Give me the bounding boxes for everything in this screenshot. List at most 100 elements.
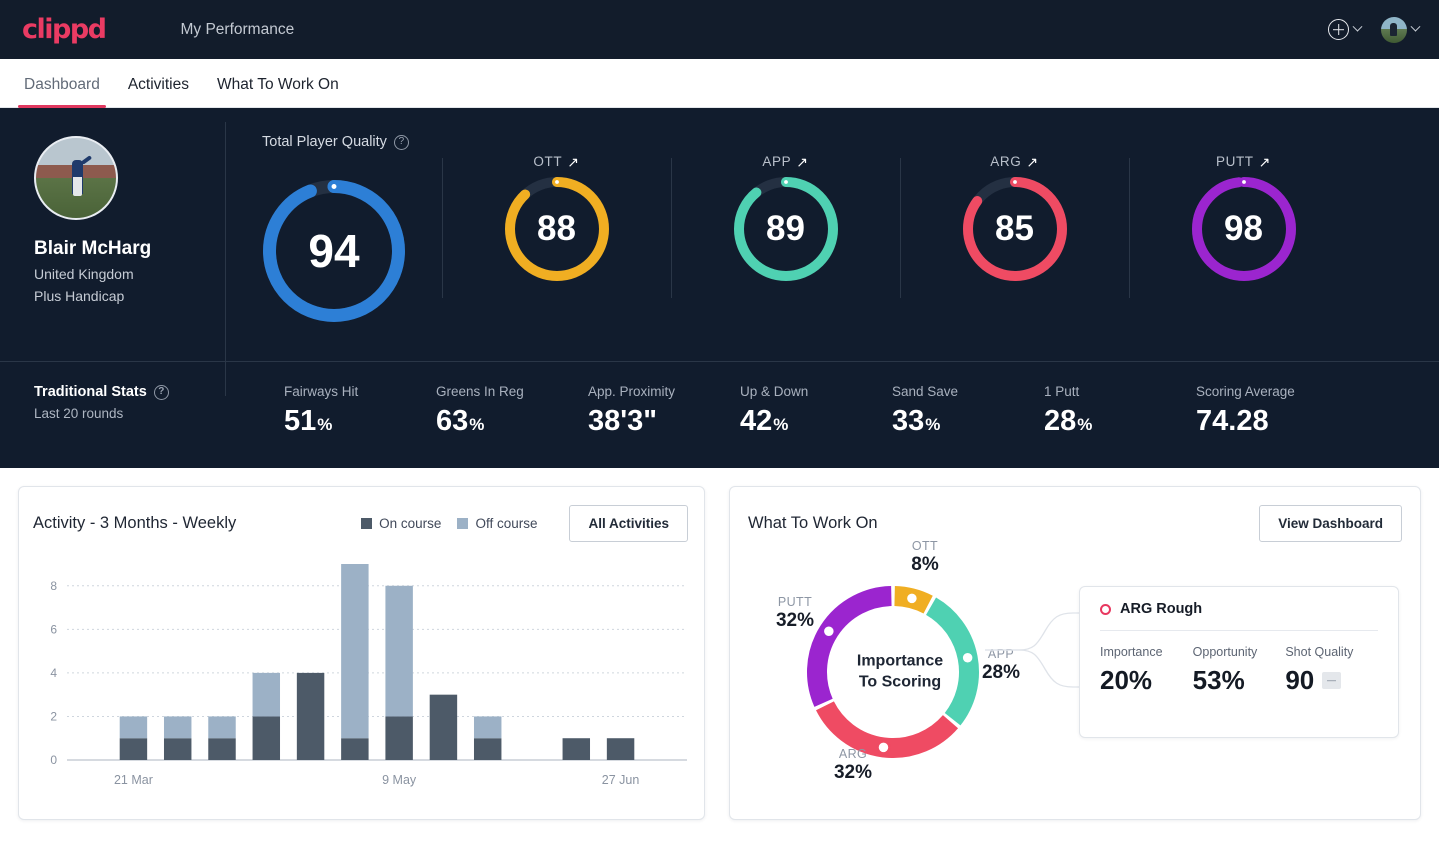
gauge-app[interactable]: APP ↗ 89 (671, 154, 900, 298)
tpq-label: Total Player Quality (262, 134, 387, 150)
stat-1-putt: 1 Putt 28% (1044, 384, 1196, 438)
stat-unit: % (925, 415, 941, 434)
stat-unit: % (317, 415, 333, 434)
player-country: United Kingdom (34, 266, 134, 282)
stat-value: 28% (1044, 405, 1093, 437)
activity-legend: On course Off course All Activities (361, 505, 688, 542)
gauge-ott[interactable]: OTT ↗ 88 (442, 154, 671, 298)
stat-value: 33% (892, 405, 941, 437)
stat-value: 42% (740, 405, 789, 437)
performance-hero: Blair McHarg United Kingdom Plus Handica… (0, 108, 1439, 468)
stat-label: Fairways Hit (284, 384, 359, 399)
detail-panel-title: ARG Rough (1120, 601, 1203, 617)
top-bar: clippd My Performance (0, 0, 1439, 59)
gauge-putt[interactable]: PUTT ↗ 98 (1129, 153, 1358, 298)
stat-unit: % (773, 415, 789, 434)
svg-text:2: 2 (50, 709, 57, 723)
clippd-logo[interactable]: clippd (22, 14, 107, 45)
stat-label: 1 Putt (1044, 384, 1080, 399)
top-bar-actions (1328, 0, 1421, 59)
activity-card-title: Activity - 3 Months - Weekly (33, 514, 237, 532)
gauge-key: PUTT (1216, 154, 1254, 169)
gauge-ring: 98 (1191, 177, 1296, 281)
stat-greens-in-reg: Greens In Reg 63% (436, 384, 588, 438)
donut-label-ott[interactable]: OTT 8% (880, 539, 970, 576)
tab-what-to-work-on[interactable]: What To Work On (203, 76, 353, 107)
detail-stat-value: 20% (1100, 665, 1153, 695)
detail-stat-value: 53% (1192, 665, 1245, 695)
donut-label-key: OTT (911, 539, 939, 553)
gauge-arg[interactable]: ARG ↗ 85 (900, 154, 1129, 298)
donut-label-putt[interactable]: PUTT 32% (750, 595, 840, 632)
wtwo-card-header: What To Work On View Dashboard (748, 505, 1402, 542)
view-dashboard-button[interactable]: View Dashboard (1259, 505, 1402, 542)
stat-value: 38'3" (588, 405, 658, 437)
arrow-up-right-icon: ↗ (1258, 153, 1271, 170)
nav-tabs: Dashboard Activities What To Work On (0, 59, 1439, 108)
detail-stat-shot-quality: Shot Quality 90 (1285, 645, 1378, 696)
gauge-ring: 88 (504, 177, 609, 281)
legend-label: Off course (475, 516, 538, 531)
detail-stat-opportunity: Opportunity 53% (1193, 645, 1286, 696)
stat-value: 51% (284, 405, 333, 437)
svg-text:4: 4 (50, 666, 57, 680)
what-to-work-on-card: What To Work On View Dashboard Importanc… (729, 486, 1421, 820)
stat-fairways-hit: Fairways Hit 51% (284, 384, 436, 438)
stat-label: Sand Save (892, 384, 959, 399)
gauge-ring: 85 (962, 177, 1067, 281)
stat-value: 63% (436, 405, 485, 437)
stat-value: 74.28 (1196, 405, 1269, 437)
stat-up-down: Up & Down 42% (740, 384, 892, 438)
gauge-title: ARG ↗ (990, 154, 1038, 169)
stat-label: Up & Down (740, 384, 809, 399)
gauge-total-player-quality[interactable]: 94 (226, 180, 442, 322)
minus-badge-icon (1322, 672, 1342, 689)
legend-off-course: Off course (457, 516, 537, 531)
bottom-cards: Activity - 3 Months - Weekly On course O… (0, 468, 1439, 820)
arrow-up-right-icon: ↗ (1026, 153, 1039, 170)
gauge-value: 85 (995, 209, 1034, 248)
stat-unit: % (469, 415, 485, 434)
legend-label: On course (379, 516, 442, 531)
gauge-key: ARG (990, 154, 1022, 169)
legend-swatch (457, 518, 469, 529)
tpq-value: 94 (308, 225, 360, 277)
all-activities-button[interactable]: All Activities (569, 505, 688, 542)
svg-text:21 Mar: 21 Mar (114, 773, 153, 787)
donut-label-value: 32% (833, 762, 873, 783)
tab-dashboard[interactable]: Dashboard (10, 76, 114, 108)
chevron-down-icon (1410, 21, 1421, 32)
detail-stat-label: Shot Quality (1285, 645, 1354, 659)
gauge-key: APP (762, 154, 792, 169)
stat-scoring-average: Scoring Average 74.28 (1196, 384, 1348, 438)
player-handicap: Plus Handicap (34, 288, 125, 304)
plus-circle-icon (1328, 19, 1349, 40)
gauge-title: OTT ↗ (533, 154, 579, 169)
traditional-stats-list: Fairways Hit 51% Greens In Reg 63% App. Prox… (284, 384, 1405, 438)
svg-text:0: 0 (50, 753, 57, 767)
svg-text:9 May: 9 May (382, 773, 417, 787)
tab-activities[interactable]: Activities (114, 76, 203, 107)
wtwo-card-title: What To Work On (748, 514, 878, 532)
detail-stat-value: 90 (1285, 665, 1378, 696)
traditional-stats-subtitle: Last 20 rounds (34, 406, 124, 421)
stat-label: Scoring Average (1196, 384, 1295, 399)
traditional-stats: Traditional Stats ? Last 20 rounds Fairw… (0, 361, 1439, 468)
tpq-header: Total Player Quality ? (262, 134, 1439, 150)
quality-gauges: Total Player Quality ? 94 OTT ↗ 88 APP ↗ 89 ARG… (226, 108, 1439, 361)
donut-label-key: PUTT (777, 595, 813, 609)
svg-text:27 Jun: 27 Jun (602, 773, 640, 787)
question-mark-icon[interactable]: ? (393, 134, 409, 150)
detail-panel[interactable]: ARG Rough Importance 20% Opportunity 53% Sho… (1079, 586, 1399, 738)
svg-text:8: 8 (50, 579, 57, 593)
stat-unit: % (1077, 415, 1093, 434)
divider (1100, 630, 1378, 631)
donut-label-arg[interactable]: ARG 32% (808, 747, 898, 784)
account-menu-button[interactable] (1381, 16, 1421, 43)
add-button[interactable] (1328, 19, 1363, 40)
detail-stat-label: Importance (1100, 645, 1163, 659)
question-mark-icon[interactable]: ? (153, 384, 169, 400)
traditional-stats-header: Traditional Stats ? (34, 384, 284, 400)
chevron-down-icon (1352, 21, 1363, 32)
gauge-value: 89 (766, 209, 805, 248)
